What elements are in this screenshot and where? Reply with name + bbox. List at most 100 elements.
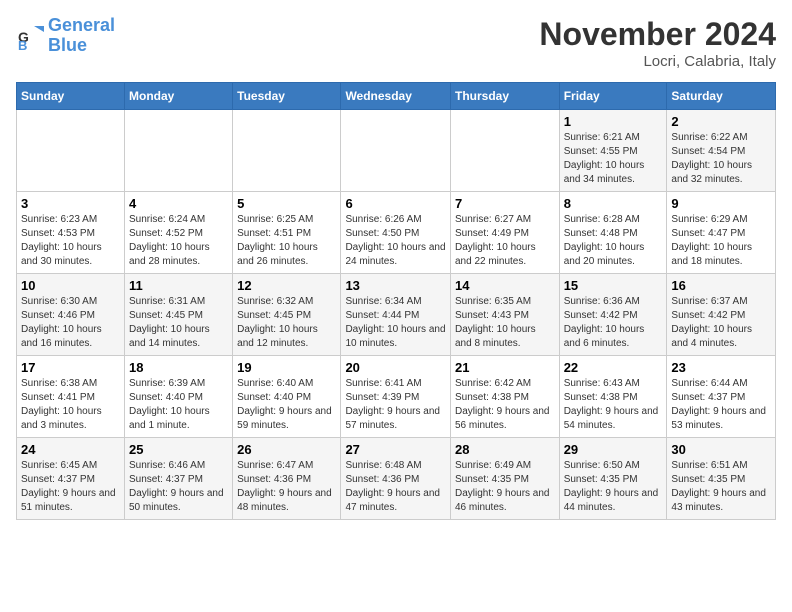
- day-number: 18: [129, 360, 228, 375]
- day-number: 25: [129, 442, 228, 457]
- day-info: Sunrise: 6:32 AM Sunset: 4:45 PM Dayligh…: [237, 295, 336, 351]
- day-number: 6: [345, 196, 446, 211]
- day-number: 29: [564, 442, 663, 457]
- calendar-header: SundayMondayTuesdayWednesdayThursdayFrid…: [17, 83, 776, 110]
- day-info: Sunrise: 6:30 AM Sunset: 4:46 PM Dayligh…: [21, 295, 120, 351]
- day-info: Sunrise: 6:21 AM Sunset: 4:55 PM Dayligh…: [564, 131, 663, 187]
- day-cell-3: 3Sunrise: 6:23 AM Sunset: 4:53 PM Daylig…: [17, 192, 125, 274]
- day-info: Sunrise: 6:41 AM Sunset: 4:39 PM Dayligh…: [345, 377, 446, 433]
- day-cell-20: 20 Sunrise: 6:41 AM Sunset: 4:39 PM Dayli…: [341, 356, 451, 438]
- day-info: Sunrise: 6:43 AM Sunset: 4:38 PM Dayligh…: [564, 377, 663, 433]
- day-cell-9: 9 Sunrise: 6:29 AM Sunset: 4:47 PM Daylig…: [667, 192, 776, 274]
- day-number: 21: [455, 360, 555, 375]
- day-info: Sunrise: 6:34 AM Sunset: 4:44 PM Dayligh…: [345, 295, 446, 351]
- day-number: 1: [564, 114, 663, 129]
- day-number: 15: [564, 278, 663, 293]
- day-cell-4: 4 Sunrise: 6:24 AM Sunset: 4:52 PM Daylig…: [125, 192, 233, 274]
- day-number: 9: [671, 196, 771, 211]
- day-cell-10: 10 Sunrise: 6:30 AM Sunset: 4:46 PM Dayli…: [17, 274, 125, 356]
- day-cell-29: 29 Sunrise: 6:50 AM Sunset: 4:35 PM Dayli…: [559, 438, 667, 520]
- day-cell-28: 28Sunrise: 6:49 AM Sunset: 4:35 PM Dayli…: [450, 438, 559, 520]
- day-number: 12: [237, 278, 336, 293]
- day-info: Sunrise: 6:28 AM Sunset: 4:48 PM Dayligh…: [564, 213, 663, 269]
- day-number: 24: [21, 442, 120, 457]
- header-cell-thursday: Thursday: [450, 83, 559, 110]
- day-info: Sunrise: 6:31 AM Sunset: 4:45 PM Dayligh…: [129, 295, 228, 351]
- day-info: Sunrise: 6:36 AM Sunset: 4:42 PM Dayligh…: [564, 295, 663, 351]
- day-info: Sunrise: 6:48 AM Sunset: 4:36 PM Dayligh…: [345, 459, 446, 515]
- calendar-table: SundayMondayTuesdayWednesdayThursdayFrid…: [16, 82, 776, 520]
- day-info: Sunrise: 6:50 AM Sunset: 4:35 PM Dayligh…: [564, 459, 663, 515]
- day-number: 26: [237, 442, 336, 457]
- day-info: Sunrise: 6:38 AM Sunset: 4:41 PM Dayligh…: [21, 377, 120, 433]
- day-number: 23: [671, 360, 771, 375]
- day-cell-19: 19 Sunrise: 6:40 AM Sunset: 4:40 PM Dayli…: [233, 356, 341, 438]
- day-info: Sunrise: 6:44 AM Sunset: 4:37 PM Dayligh…: [671, 377, 771, 433]
- day-info: Sunrise: 6:23 AM Sunset: 4:53 PM Dayligh…: [21, 213, 120, 269]
- day-number: 2: [671, 114, 771, 129]
- day-cell-23: 23 Sunrise: 6:44 AM Sunset: 4:37 PM Dayli…: [667, 356, 776, 438]
- empty-cell: [17, 110, 125, 192]
- page-header: G B GeneralBlue November 2024 Locri, Cal…: [16, 16, 776, 70]
- day-number: 17: [21, 360, 120, 375]
- day-number: 14: [455, 278, 555, 293]
- day-cell-5: 5 Sunrise: 6:25 AM Sunset: 4:51 PM Daylig…: [233, 192, 341, 274]
- day-number: 5: [237, 196, 336, 211]
- day-number: 20: [345, 360, 446, 375]
- day-cell-15: 15 Sunrise: 6:36 AM Sunset: 4:42 PM Dayli…: [559, 274, 667, 356]
- month-title: November 2024: [539, 16, 776, 53]
- day-number: 11: [129, 278, 228, 293]
- day-cell-25: 25 Sunrise: 6:46 AM Sunset: 4:37 PM Dayli…: [125, 438, 233, 520]
- day-cell-1: 1 Sunrise: 6:21 AM Sunset: 4:55 PM Daylig…: [559, 110, 667, 192]
- day-info: Sunrise: 6:24 AM Sunset: 4:52 PM Dayligh…: [129, 213, 228, 269]
- day-info: Sunrise: 6:40 AM Sunset: 4:40 PM Dayligh…: [237, 377, 336, 433]
- day-cell-18: 18Sunrise: 6:39 AM Sunset: 4:40 PM Dayli…: [125, 356, 233, 438]
- day-cell-27: 27 Sunrise: 6:48 AM Sunset: 4:36 PM Dayli…: [341, 438, 451, 520]
- day-cell-12: 12 Sunrise: 6:32 AM Sunset: 4:45 PM Dayli…: [233, 274, 341, 356]
- day-info: Sunrise: 6:46 AM Sunset: 4:37 PM Dayligh…: [129, 459, 228, 515]
- header-row: SundayMondayTuesdayWednesdayThursdayFrid…: [17, 83, 776, 110]
- day-cell-2: 2Sunrise: 6:22 AM Sunset: 4:54 PM Daylig…: [667, 110, 776, 192]
- logo-text: GeneralBlue: [48, 16, 115, 56]
- day-info: Sunrise: 6:49 AM Sunset: 4:35 PM Dayligh…: [455, 459, 555, 515]
- day-cell-26: 26 Sunrise: 6:47 AM Sunset: 4:36 PM Dayli…: [233, 438, 341, 520]
- day-cell-11: 11 Sunrise: 6:31 AM Sunset: 4:45 PM Dayli…: [125, 274, 233, 356]
- day-info: Sunrise: 6:47 AM Sunset: 4:36 PM Dayligh…: [237, 459, 336, 515]
- header-cell-saturday: Saturday: [667, 83, 776, 110]
- logo-icon: G B: [16, 22, 44, 50]
- day-number: 4: [129, 196, 228, 211]
- day-cell-24: 24 Sunrise: 6:45 AM Sunset: 4:37 PM Dayli…: [17, 438, 125, 520]
- week-row-5: 24 Sunrise: 6:45 AM Sunset: 4:37 PM Dayli…: [17, 438, 776, 520]
- day-number: 7: [455, 196, 555, 211]
- day-info: Sunrise: 6:37 AM Sunset: 4:42 PM Dayligh…: [671, 295, 771, 351]
- title-area: November 2024 Locri, Calabria, Italy: [539, 16, 776, 70]
- empty-cell: [341, 110, 451, 192]
- day-info: Sunrise: 6:42 AM Sunset: 4:38 PM Dayligh…: [455, 377, 555, 433]
- day-number: 27: [345, 442, 446, 457]
- day-info: Sunrise: 6:51 AM Sunset: 4:35 PM Dayligh…: [671, 459, 771, 515]
- day-cell-7: 7 Sunrise: 6:27 AM Sunset: 4:49 PM Daylig…: [450, 192, 559, 274]
- svg-text:B: B: [18, 38, 27, 50]
- header-cell-sunday: Sunday: [17, 83, 125, 110]
- day-info: Sunrise: 6:27 AM Sunset: 4:49 PM Dayligh…: [455, 213, 555, 269]
- day-info: Sunrise: 6:29 AM Sunset: 4:47 PM Dayligh…: [671, 213, 771, 269]
- day-info: Sunrise: 6:25 AM Sunset: 4:51 PM Dayligh…: [237, 213, 336, 269]
- day-number: 19: [237, 360, 336, 375]
- day-cell-22: 22Sunrise: 6:43 AM Sunset: 4:38 PM Dayli…: [559, 356, 667, 438]
- empty-cell: [450, 110, 559, 192]
- header-cell-tuesday: Tuesday: [233, 83, 341, 110]
- day-cell-14: 14Sunrise: 6:35 AM Sunset: 4:43 PM Dayli…: [450, 274, 559, 356]
- day-cell-30: 30 Sunrise: 6:51 AM Sunset: 4:35 PM Dayli…: [667, 438, 776, 520]
- day-cell-17: 17 Sunrise: 6:38 AM Sunset: 4:41 PM Dayli…: [17, 356, 125, 438]
- header-cell-wednesday: Wednesday: [341, 83, 451, 110]
- day-cell-16: 16Sunrise: 6:37 AM Sunset: 4:42 PM Dayli…: [667, 274, 776, 356]
- day-cell-6: 6 Sunrise: 6:26 AM Sunset: 4:50 PM Daylig…: [341, 192, 451, 274]
- day-number: 10: [21, 278, 120, 293]
- day-number: 30: [671, 442, 771, 457]
- day-cell-8: 8Sunrise: 6:28 AM Sunset: 4:48 PM Daylig…: [559, 192, 667, 274]
- header-cell-monday: Monday: [125, 83, 233, 110]
- day-info: Sunrise: 6:26 AM Sunset: 4:50 PM Dayligh…: [345, 213, 446, 269]
- week-row-3: 10 Sunrise: 6:30 AM Sunset: 4:46 PM Dayli…: [17, 274, 776, 356]
- day-info: Sunrise: 6:45 AM Sunset: 4:37 PM Dayligh…: [21, 459, 120, 515]
- empty-cell: [233, 110, 341, 192]
